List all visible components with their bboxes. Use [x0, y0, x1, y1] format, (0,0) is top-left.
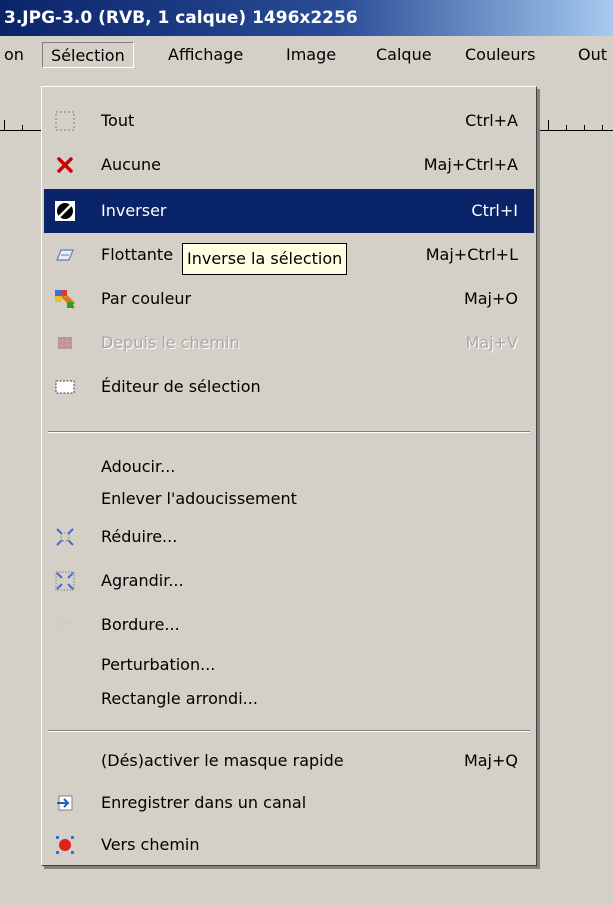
menu-separator — [48, 730, 530, 732]
selection-from-path-icon — [58, 337, 72, 349]
window-title: 3.JPG-3.0 (RVB, 1 calque) 1496x2256 — [4, 8, 358, 28]
to-path-icon — [56, 836, 74, 854]
border-selection-icon — [57, 619, 72, 633]
selection-menu: Tout Ctrl+A Aucune Maj+Ctrl+A Inverser C… — [41, 86, 537, 866]
menu-item-vers-chemin[interactable]: Vers chemin — [44, 823, 534, 867]
invert-selection-icon — [55, 201, 75, 221]
menubar-item-calque[interactable]: Calque — [374, 42, 434, 68]
menubar-item-couleurs[interactable]: Couleurs — [463, 42, 537, 68]
menubar-item-image[interactable]: Image — [284, 42, 338, 68]
menubar-item-selection[interactable]: Sélection — [42, 42, 134, 68]
menubar-item-partial-left[interactable]: on — [2, 42, 26, 68]
menu-item-inverser[interactable]: Inverser Ctrl+I — [44, 189, 534, 233]
menu-separator — [48, 431, 530, 433]
grow-selection-icon — [55, 571, 75, 591]
menubar-item-affichage[interactable]: Affichage — [166, 42, 245, 68]
ruler-tick — [22, 125, 23, 130]
save-to-channel-icon — [57, 795, 73, 811]
ruler-tick — [566, 125, 567, 130]
menu-bar: on Sélection Affichage Image Calque Coul… — [0, 38, 613, 72]
menu-item-rectangle-arrondi[interactable]: Rectangle arrondi... — [44, 677, 534, 721]
menu-item-editeur-de-selection[interactable]: Éditeur de sélection — [44, 365, 534, 409]
menubar-item-outils-partial[interactable]: Out — [576, 42, 609, 68]
ruler-tick — [548, 120, 549, 130]
menu-item-tout[interactable]: Tout Ctrl+A — [44, 99, 534, 143]
menu-item-masque-rapide[interactable]: (Dés)activer le masque rapide Maj+Q — [44, 739, 534, 783]
menu-item-depuis-le-chemin[interactable]: Depuis le chemin Maj+V — [44, 321, 534, 365]
ruler-tick — [4, 120, 5, 130]
select-by-color-icon — [55, 290, 76, 310]
tooltip: Inverse la sélection — [182, 243, 348, 275]
select-none-icon — [57, 157, 73, 173]
floating-selection-icon — [56, 249, 74, 261]
ruler-tick — [602, 125, 603, 130]
menu-item-bordure[interactable]: Bordure... — [44, 603, 534, 647]
menu-item-aucune[interactable]: Aucune Maj+Ctrl+A — [44, 143, 534, 187]
window-title-bar[interactable]: 3.JPG-3.0 (RVB, 1 calque) 1496x2256 — [0, 0, 613, 36]
menu-item-reduire[interactable]: Réduire... — [44, 515, 534, 559]
shrink-selection-icon — [56, 528, 74, 546]
ruler-tick — [584, 125, 585, 130]
select-all-icon — [55, 111, 75, 131]
menu-item-enregistrer-canal[interactable]: Enregistrer dans un canal — [44, 781, 534, 825]
selection-editor-icon — [55, 380, 75, 394]
menu-item-par-couleur[interactable]: Par couleur Maj+O — [44, 277, 534, 321]
menu-item-agrandir[interactable]: Agrandir... — [44, 559, 534, 603]
